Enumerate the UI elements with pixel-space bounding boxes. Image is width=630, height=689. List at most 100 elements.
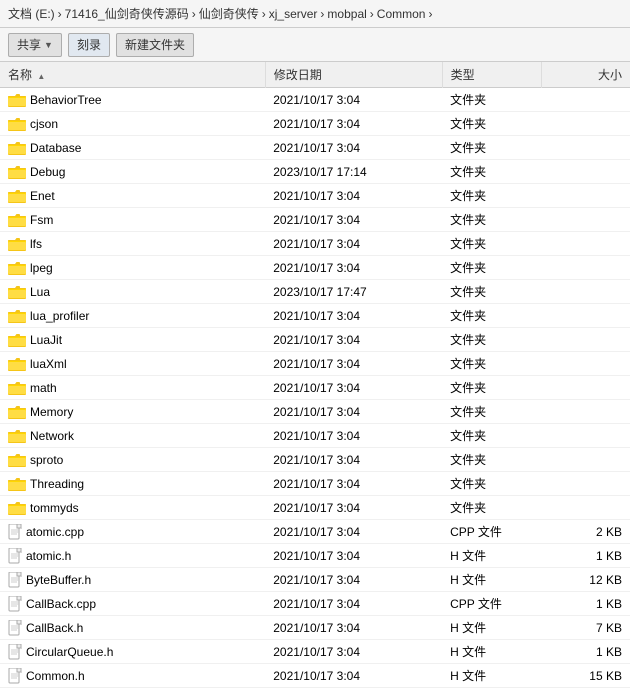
table-row[interactable]: CallBack.cpp2021/10/17 3:04CPP 文件1 KB [0,592,630,616]
breadcrumb-server[interactable]: xj_server [269,7,318,21]
file-name-text: lua_profiler [30,309,89,323]
table-row[interactable]: Common.h2021/10/17 3:04H 文件15 KB [0,664,630,688]
file-type-cell: 文件夹 [442,208,541,232]
folder-icon [8,93,26,107]
table-row[interactable]: CircularQueue.h2021/10/17 3:04H 文件1 KB [0,640,630,664]
table-row[interactable]: Debug 2023/10/17 17:14文件夹 [0,160,630,184]
folder-icon [8,429,26,443]
file-name-text: atomic.h [26,549,71,563]
folder-icon [8,285,26,299]
table-row[interactable]: lpeg2021/10/17 3:04文件夹 [0,256,630,280]
file-type-cell: H 文件 [442,640,541,664]
file-size-cell [542,496,630,520]
table-row[interactable]: ByteBuffer.h2021/10/17 3:04H 文件12 KB [0,568,630,592]
file-type-cell: 文件夹 [442,160,541,184]
table-row[interactable]: Threading2021/10/17 3:04文件夹 [0,472,630,496]
sort-arrow-name: ▲ [37,72,45,81]
file-type-cell: CPP 文件 [442,520,541,544]
folder-icon [8,453,26,467]
table-row[interactable]: lua_profiler2021/10/17 3:04文件夹 [0,304,630,328]
breadcrumb-game[interactable]: 仙剑奇侠传 [199,5,259,22]
file-icon [8,596,22,612]
file-name-text: tommyds [30,501,79,515]
folder-icon [8,117,26,131]
file-icon [8,644,22,660]
col-header-type[interactable]: 类型 [442,62,541,88]
table-row[interactable]: lfs2021/10/17 3:04文件夹 [0,232,630,256]
file-date-cell: 2021/10/17 3:04 [265,304,442,328]
file-name-cell: BehaviorTree [0,88,265,112]
table-row[interactable]: math2021/10/17 3:04文件夹 [0,376,630,400]
file-icon [8,524,22,540]
file-icon [8,668,22,684]
file-name-text: ByteBuffer.h [26,573,91,587]
burn-label: 刻录 [77,36,101,53]
folder-icon [8,237,26,251]
table-row[interactable]: Fsm2021/10/17 3:04文件夹 [0,208,630,232]
file-size-cell [542,280,630,304]
toolbar: 共享 ▼ 刻录 新建文件夹 [0,28,630,62]
file-name-text: Common.h [26,669,85,683]
file-name-text: Threading [30,477,84,491]
file-name-text: CircularQueue.h [26,645,113,659]
file-name-cell: cjson [0,112,265,136]
burn-button[interactable]: 刻录 [68,33,110,57]
file-name-cell: Debug [0,160,265,184]
col-header-date[interactable]: 修改日期 [265,62,442,88]
file-name-cell: tommyds [0,496,265,520]
file-date-cell: 2021/10/17 3:04 [265,496,442,520]
folder-icon [8,501,26,515]
file-name-text: Debug [30,165,65,179]
breadcrumb-doc[interactable]: 文档 (E:) [8,5,55,22]
file-date-cell: 2021/10/17 3:04 [265,568,442,592]
file-date-cell: 2021/10/17 3:04 [265,592,442,616]
file-size-cell [542,472,630,496]
file-size-cell [542,448,630,472]
table-row[interactable]: Enet2021/10/17 3:04文件夹 [0,184,630,208]
table-row[interactable]: atomic.h2021/10/17 3:04H 文件1 KB [0,544,630,568]
table-row[interactable]: Memory2021/10/17 3:04文件夹 [0,400,630,424]
file-name-text: luaXml [30,357,67,371]
file-type-cell: 文件夹 [442,232,541,256]
table-row[interactable]: Lua2023/10/17 17:47文件夹 [0,280,630,304]
new-folder-label: 新建文件夹 [125,36,185,53]
sep5: › [370,7,374,21]
breadcrumb-mobpal[interactable]: mobpal [327,7,366,21]
table-row[interactable]: BehaviorTree2021/10/17 3:04文件夹 [0,88,630,112]
table-row[interactable]: tommyds2021/10/17 3:04文件夹 [0,496,630,520]
file-name-cell: math [0,376,265,400]
file-type-cell: 文件夹 [442,280,541,304]
file-size-cell: 2 KB [542,520,630,544]
table-row[interactable]: luaXml2021/10/17 3:04文件夹 [0,352,630,376]
file-size-cell [542,208,630,232]
file-name-text: Enet [30,189,55,203]
table-row[interactable]: atomic.cpp2021/10/17 3:04CPP 文件2 KB [0,520,630,544]
table-row[interactable]: Database2021/10/17 3:04文件夹 [0,136,630,160]
file-type-cell: 文件夹 [442,376,541,400]
table-row[interactable]: cjson2021/10/17 3:04文件夹 [0,112,630,136]
file-type-cell: 文件夹 [442,88,541,112]
breadcrumb-source[interactable]: 71416_仙剑奇侠传源码 [65,5,189,22]
table-row[interactable]: Network2021/10/17 3:04文件夹 [0,424,630,448]
table-row[interactable]: sproto2021/10/17 3:04文件夹 [0,448,630,472]
file-name-text: LuaJit [30,333,62,347]
folder-icon [8,405,26,419]
new-folder-button[interactable]: 新建文件夹 [116,33,194,57]
breadcrumb-common[interactable]: Common [377,7,426,21]
file-size-cell [542,232,630,256]
file-date-cell: 2023/10/17 17:14 [265,160,442,184]
file-size-cell: 1 KB [542,592,630,616]
col-header-name[interactable]: 名称 ▲ [0,62,265,88]
share-label: 共享 [17,36,41,53]
file-name-text: Network [30,429,74,443]
share-button[interactable]: 共享 ▼ [8,33,62,57]
file-name-cell: Enet [0,184,265,208]
col-header-size[interactable]: 大小 [542,62,630,88]
file-name-cell: lua_profiler [0,304,265,328]
file-date-cell: 2021/10/17 3:04 [265,472,442,496]
sep6: › [428,7,432,21]
table-row[interactable]: LuaJit2021/10/17 3:04文件夹 [0,328,630,352]
table-row[interactable]: CallBack.h2021/10/17 3:04H 文件7 KB [0,616,630,640]
file-name-text: sproto [30,453,63,467]
file-name-text: Lua [30,285,50,299]
